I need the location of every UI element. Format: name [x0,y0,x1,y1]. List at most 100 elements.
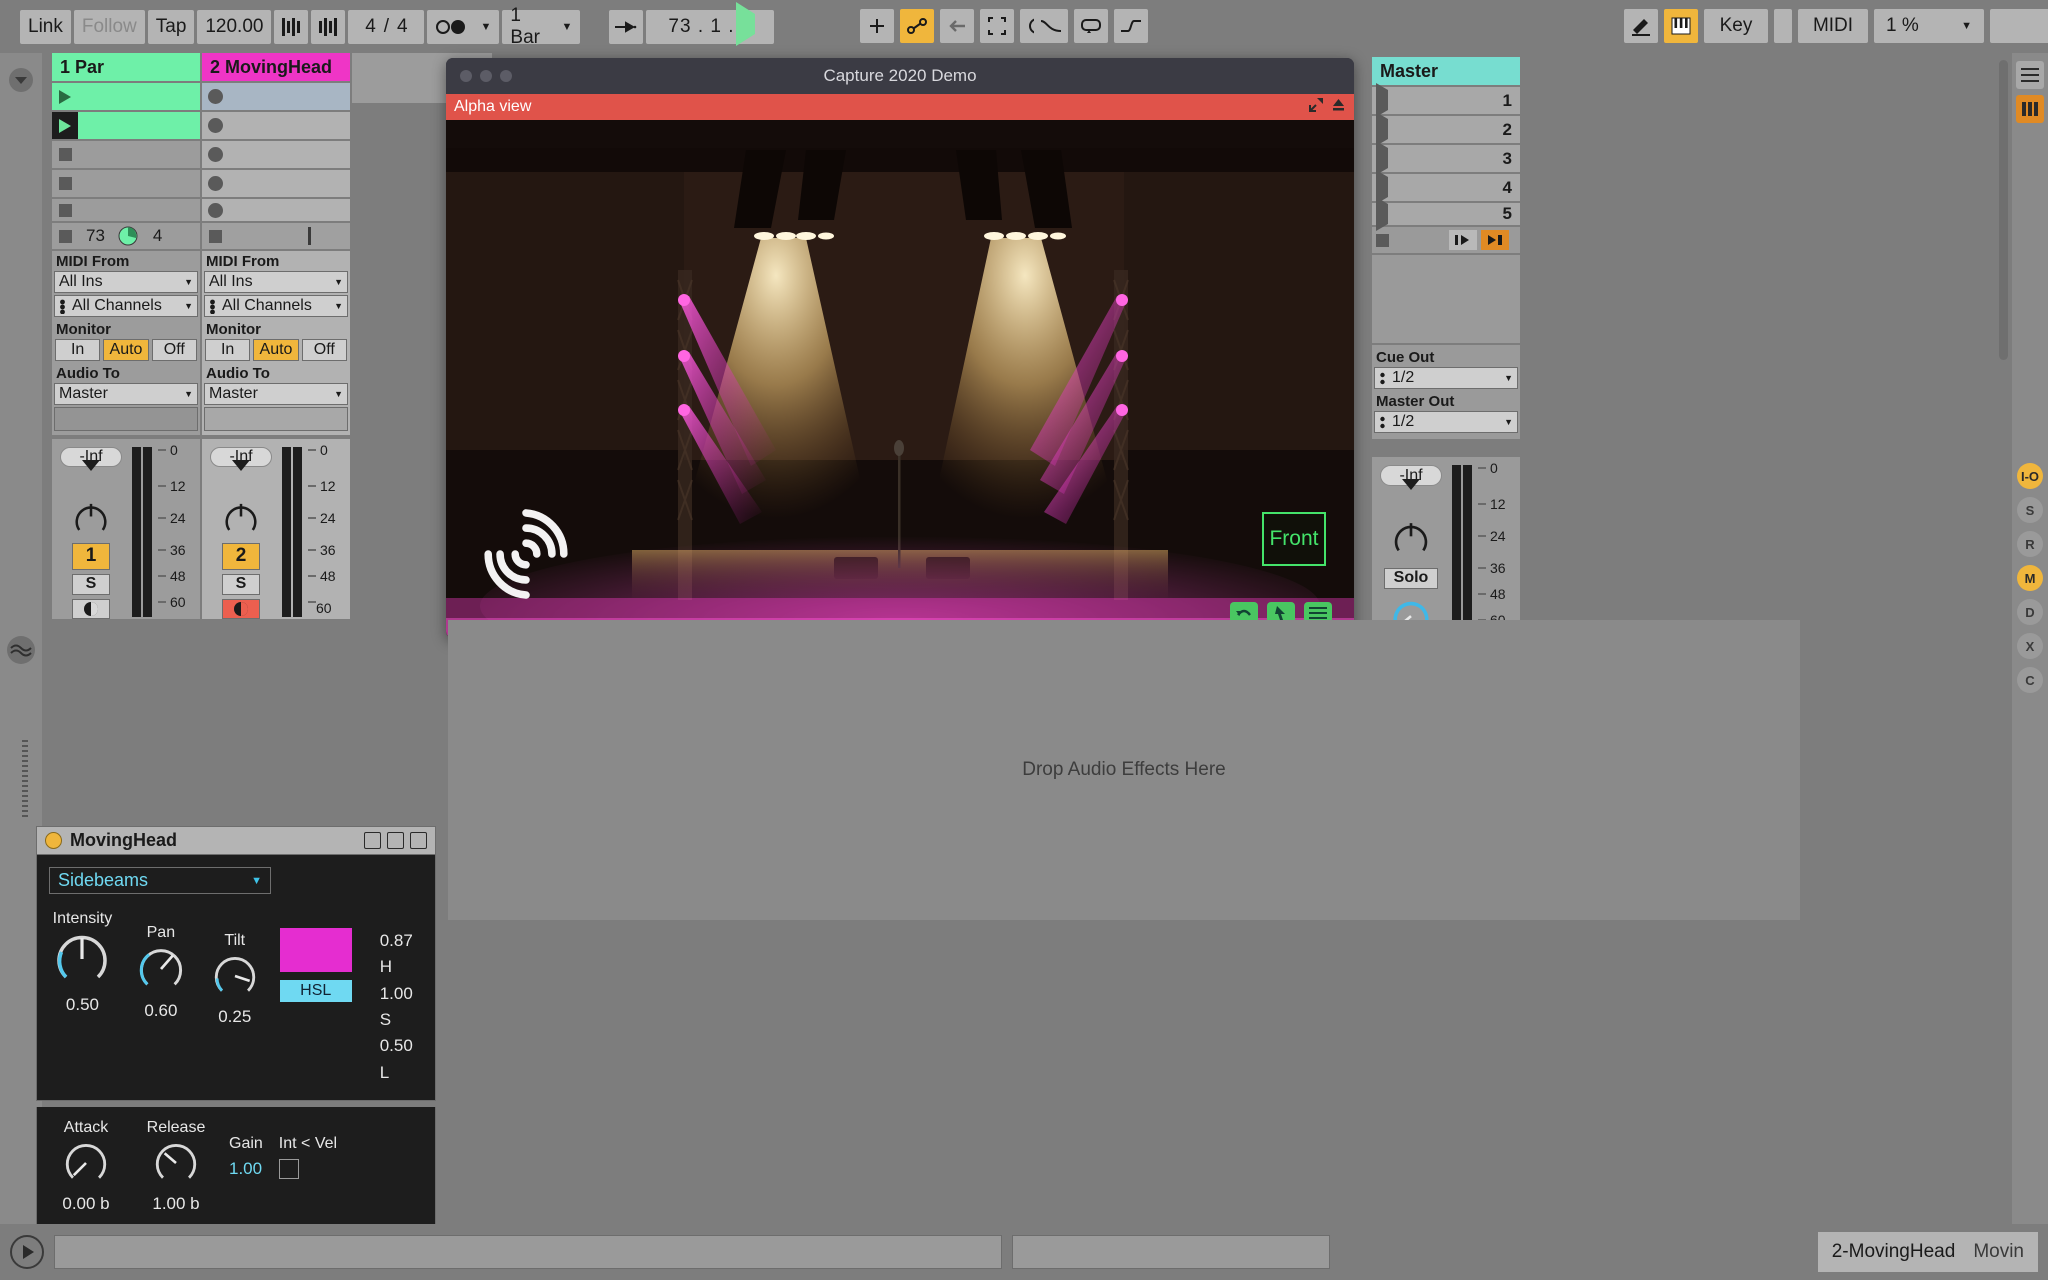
cue-out-select[interactable]: 1/2 ▼ [1374,367,1518,389]
crossfader-toggle[interactable]: X [2017,633,2043,659]
computer-midi-keyboard-icon[interactable] [1664,9,1698,43]
track-title-1[interactable]: 1 Par [52,53,200,81]
arm-button-2[interactable] [222,598,260,619]
collapse-icon[interactable] [1309,97,1324,117]
midi-channel-select-2[interactable]: All Channels ▼ [204,295,348,317]
scene-row-4[interactable]: 4 [1372,170,1520,204]
solo-button-2[interactable]: S [222,574,260,595]
metronome-icon[interactable] [274,9,309,44]
scene-row-2[interactable]: 2 [1372,112,1520,146]
crossfade-b-icon[interactable] [1481,230,1509,250]
hot-swap-icon[interactable] [387,832,404,849]
cue-toggle[interactable]: C [2017,667,2043,693]
knob-attack-dial[interactable] [64,1141,108,1185]
time-signature-numerator[interactable]: 4 [365,16,376,38]
fader-handle-master[interactable] [1402,479,1420,511]
clip-slot-2-2[interactable] [202,112,350,139]
clip-slot-1-5[interactable] [52,199,200,221]
loop-icon[interactable] [1074,9,1108,43]
clip-slot-2-4[interactable] [202,170,350,197]
monitor-auto-2[interactable]: Auto [253,339,299,361]
audio-to-sub-1[interactable] [54,407,198,431]
session-view-icon[interactable] [2016,95,2044,123]
pan-knob-master[interactable] [1387,517,1435,559]
monitor-off-2[interactable]: Off [301,339,347,361]
monitor-off-1[interactable]: Off [151,339,197,361]
save-preset-icon[interactable] [364,832,381,849]
key-map-button[interactable]: Key [1704,9,1768,43]
draw-mode-icon[interactable] [1624,9,1658,43]
int-vel-checkbox[interactable] [278,1159,299,1180]
master-title[interactable]: Master [1372,57,1520,85]
preset-select[interactable]: Sidebeams ▼ [49,867,271,894]
solo-button-1[interactable]: S [72,574,110,595]
device-header[interactable]: MovingHead [36,826,436,854]
device-power-icon[interactable] [45,832,62,849]
gain-value[interactable]: 1.00 [229,1159,263,1179]
menu-icon[interactable] [2016,61,2044,89]
step-icon[interactable] [1114,9,1148,43]
scene-row-3[interactable]: 3 [1372,141,1520,175]
solo-button-master[interactable]: Solo [1384,567,1438,589]
delay-toggle[interactable]: D [2017,599,2043,625]
monitor-auto-1[interactable]: Auto [103,339,149,361]
midi-channel-select-1[interactable]: All Channels ▼ [54,295,198,317]
track-activator-2[interactable]: 2 [222,542,260,571]
midi-from-select-2[interactable]: All Ins ▼ [204,271,348,293]
fader-handle-1[interactable] [82,460,100,492]
capture-window[interactable]: Capture 2020 Demo Alpha view Front [446,58,1354,638]
fader-handle-2[interactable] [232,460,250,492]
midi-from-select-1[interactable]: All Ins ▼ [54,271,198,293]
status-play-icon[interactable] [10,1235,44,1269]
crossfade-a-icon[interactable] [1449,230,1477,250]
clip-slot-1-2[interactable] [52,112,200,139]
link-nodes-icon[interactable] [900,9,934,43]
knob-pan-dial[interactable] [138,946,184,992]
clip-slot-2-1[interactable] [202,83,350,110]
knob-tilt-dial[interactable] [213,954,257,998]
capture-titlebar[interactable]: Capture 2020 Demo [446,58,1354,94]
collapse-browser-icon[interactable] [6,65,36,95]
pan-knob-2[interactable] [217,498,265,538]
sends-toggle[interactable]: S [2017,497,2043,523]
status-secondary-field[interactable] [1012,1235,1330,1269]
arm-button-1[interactable] [72,598,110,619]
monitor-in-2[interactable]: In [205,339,251,361]
clip-slot-1-4[interactable] [52,170,200,197]
clip-slot-2-3[interactable] [202,141,350,168]
status-message-field[interactable] [54,1235,1002,1269]
pan-knob-1[interactable] [67,498,115,538]
launch-quantize-select[interactable]: 1 Bar ▼ [502,5,581,48]
clip-slot-1-1[interactable] [52,83,200,110]
time-signature-denominator[interactable]: 4 [397,16,408,38]
tempo-field[interactable]: 120.00 [197,9,272,44]
punch-in-icon[interactable] [609,9,644,44]
io-toggle[interactable]: I-O [2017,463,2043,489]
knob-release-dial[interactable] [154,1141,198,1185]
curve-icon[interactable] [1034,9,1068,43]
audio-to-sub-2[interactable] [204,407,348,431]
hsl-button[interactable]: HSL [279,980,352,1002]
audio-effects-icon[interactable] [6,635,36,665]
monitor-in-1[interactable]: In [55,339,101,361]
fit-icon[interactable] [980,9,1014,43]
knob-intensity-dial[interactable] [55,932,109,986]
eject-icon[interactable] [1331,97,1346,117]
metronome-icon-2[interactable] [311,9,346,44]
device-drag-handle[interactable] [22,740,28,820]
play-button[interactable] [736,2,755,46]
record-quantize-icon[interactable]: ▼ [427,9,500,44]
clip-slot-2-5[interactable] [202,199,350,221]
selected-device-label[interactable]: 2-MovingHead Movin [1817,1232,2038,1272]
drop-audio-effects-area[interactable]: Drop Audio Effects Here [448,620,1800,920]
session-vertical-scrollbar[interactable] [1999,60,2008,360]
device-view-icon[interactable] [410,832,427,849]
arrow-left-icon[interactable] [940,9,974,43]
follow-button[interactable]: Follow [73,9,145,44]
plus-icon[interactable] [860,9,894,43]
mixer-toggle[interactable]: M [2017,565,2043,591]
clip-slot-1-3[interactable] [52,141,200,168]
master-out-select[interactable]: 1/2 ▼ [1374,411,1518,433]
capture-3d-viewport[interactable]: Front [446,120,1354,638]
song-position-display[interactable]: 73 . 1 . 2 [646,9,775,44]
